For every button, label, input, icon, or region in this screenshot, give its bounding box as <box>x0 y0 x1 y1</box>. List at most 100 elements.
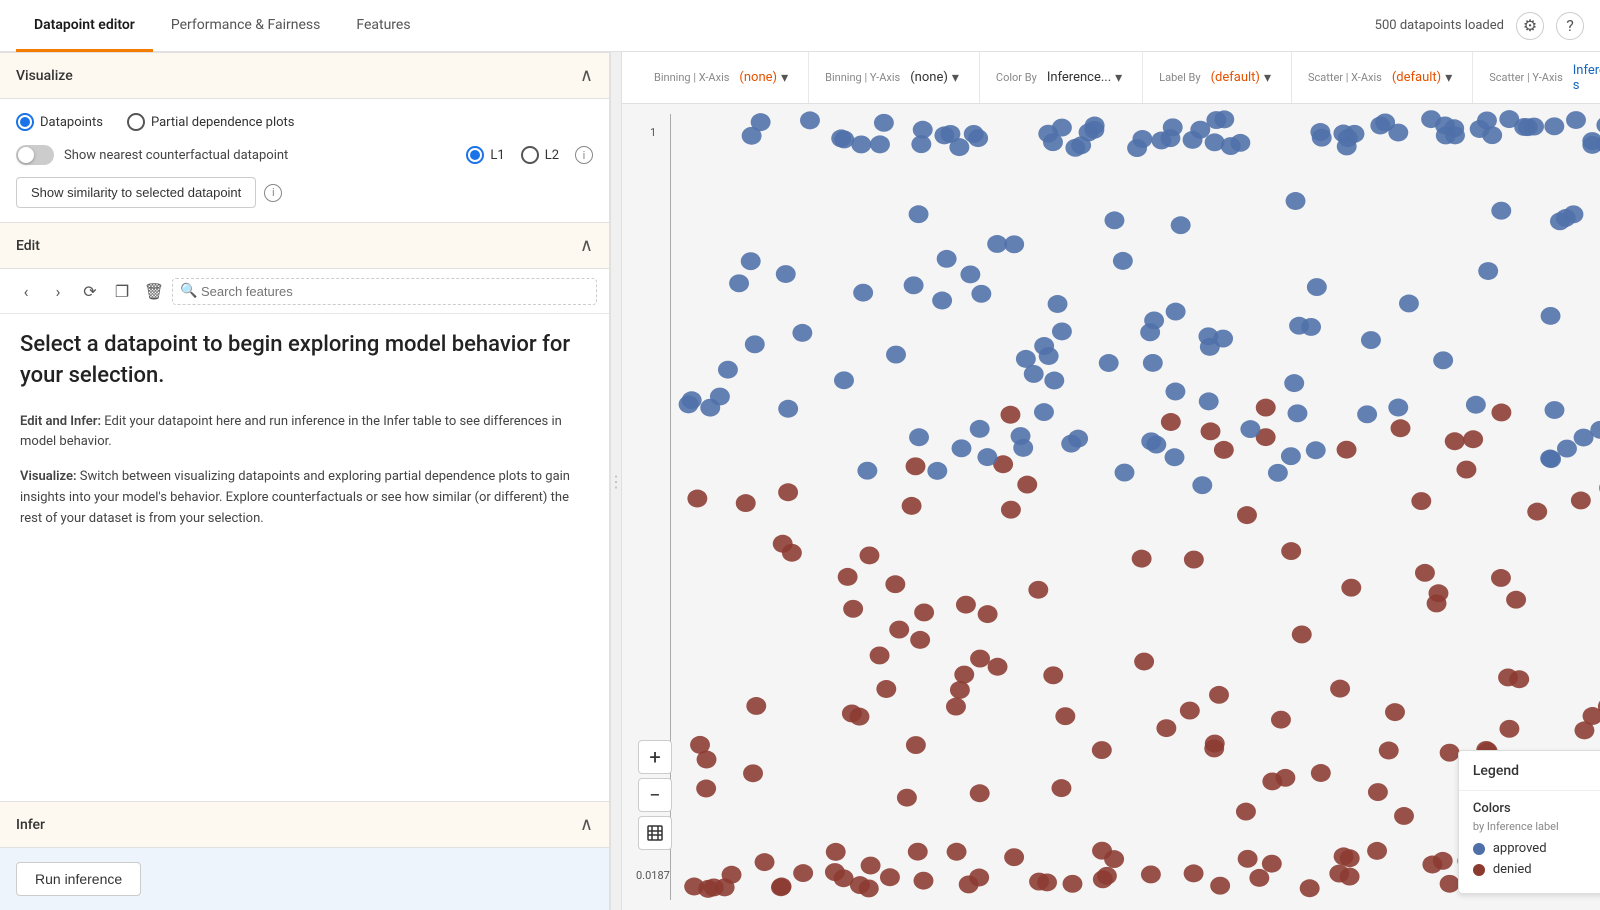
infer-chevron[interactable]: ∧ <box>580 814 593 835</box>
settings-icon[interactable]: ⚙ <box>1516 12 1544 40</box>
scatter-xaxis-arrow: ▾ <box>1445 70 1452 86</box>
legend-title: Legend <box>1473 763 1519 779</box>
scatter-plot-svg <box>622 104 1600 910</box>
history-icon[interactable]: ⟳ <box>76 277 104 305</box>
radio-l1-circle[interactable] <box>466 146 484 164</box>
visualize-title: Visualize <box>16 68 73 84</box>
binning-yaxis-group: Binning | Y-Axis (none) ▾ <box>809 52 980 103</box>
viz-toolbar: Binning | X-Axis (none) ▾ Binning | Y-Ax… <box>622 52 1600 104</box>
radio-l1[interactable]: L1 <box>466 146 504 164</box>
binning-yaxis-select[interactable]: (none) ▾ <box>906 68 963 88</box>
zoom-fit-button[interactable] <box>638 816 672 850</box>
scatter-xaxis-label: Scatter | X-Axis <box>1308 71 1382 84</box>
scatter-yaxis-select[interactable]: Inference s ▾ <box>1569 61 1600 95</box>
radio-l2-circle[interactable] <box>521 146 539 164</box>
undo-back-icon[interactable]: ‹ <box>12 277 40 305</box>
copy-icon[interactable]: ❐ <box>108 277 136 305</box>
binning-xaxis-select[interactable]: (none) ▾ <box>735 68 792 88</box>
edit-header: Edit ∧ <box>0 223 609 269</box>
l1-l2-info-icon[interactable]: i <box>575 146 593 164</box>
edit-section: Edit ∧ ‹ › ⟳ ❐ 🗑 🔍 Select a datapoint to… <box>0 222 609 560</box>
scatter-xaxis-value: (default) <box>1392 70 1441 85</box>
visualize-chevron[interactable]: ∧ <box>580 65 593 86</box>
binning-yaxis-arrow: ▾ <box>952 70 959 86</box>
legend-label-denied: denied <box>1493 862 1532 877</box>
edit-title: Edit <box>16 238 40 254</box>
edit-infer-text: Edit your datapoint here and run inferen… <box>20 414 562 450</box>
similarity-info-icon[interactable]: i <box>264 184 282 202</box>
label-by-arrow: ▾ <box>1264 70 1271 86</box>
edit-chevron[interactable]: ∧ <box>580 235 593 256</box>
edit-toolbar: ‹ › ⟳ ❐ 🗑 🔍 <box>0 269 609 314</box>
label-by-label: Label By <box>1159 71 1200 84</box>
label-by-select[interactable]: (default) ▾ <box>1207 68 1275 88</box>
radio-datapoints-circle[interactable] <box>16 113 34 131</box>
undo-forward-icon[interactable]: › <box>44 277 72 305</box>
zoom-in-button[interactable]: + <box>638 740 672 774</box>
help-icon[interactable]: ? <box>1556 12 1584 40</box>
scatter-yaxis-label: Scatter | Y-Axis <box>1489 71 1563 84</box>
legend-header: Legend ∧ <box>1459 751 1600 791</box>
radio-pdp[interactable]: Partial dependence plots <box>127 113 295 131</box>
infer-content: Run inference <box>0 848 609 910</box>
color-by-value: Inference... <box>1047 70 1111 85</box>
radio-l2[interactable]: L2 <box>521 146 559 164</box>
radio-pdp-circle[interactable] <box>127 113 145 131</box>
visualize-header: Visualize ∧ <box>0 53 609 99</box>
binning-xaxis-arrow: ▾ <box>781 70 788 86</box>
run-inference-button[interactable]: Run inference <box>16 862 141 896</box>
search-icon: 🔍 <box>180 283 197 299</box>
visualize-bold: Visualize: <box>20 469 77 484</box>
binning-xaxis-label: Binning | X-Axis <box>654 71 729 84</box>
tab-performance-fairness[interactable]: Performance & Fairness <box>153 1 339 52</box>
counterfactual-row: Show nearest counterfactual datapoint L1… <box>16 145 593 165</box>
legend-body: Colors by Inference label approved denie… <box>1459 791 1600 893</box>
zoom-controls: + − <box>638 740 672 850</box>
legend-colors-subtitle: by Inference label <box>1473 820 1600 833</box>
radio-datapoints[interactable]: Datapoints <box>16 113 103 131</box>
legend-dot-denied <box>1473 864 1485 876</box>
search-features-input[interactable] <box>172 278 597 305</box>
toggle-knob <box>18 147 34 163</box>
search-features-wrap: 🔍 <box>172 278 597 305</box>
edit-infer-bold: Edit and Infer: <box>20 414 101 429</box>
scatter-yaxis-group: Scatter | Y-Axis Inference s ▾ <box>1473 52 1600 103</box>
delete-icon[interactable]: 🗑 <box>140 277 168 305</box>
visualize-content: Datapoints Partial dependence plots Show… <box>0 99 609 222</box>
binning-yaxis-value: (none) <box>910 70 948 85</box>
binning-xaxis-group: Binning | X-Axis (none) ▾ <box>638 52 809 103</box>
select-prompt-heading: Select a datapoint to begin exploring mo… <box>20 330 589 392</box>
legend-dot-approved <box>1473 843 1485 855</box>
binning-xaxis-value: (none) <box>739 70 777 85</box>
tab-features[interactable]: Features <box>338 1 428 52</box>
left-panel: Visualize ∧ Datapoints Partial dependenc… <box>0 52 610 910</box>
color-by-label: Color By <box>996 71 1037 84</box>
color-by-select[interactable]: Inference... ▾ <box>1043 68 1126 88</box>
infer-title: Infer <box>16 817 45 833</box>
radio-pdp-label: Partial dependence plots <box>151 115 295 130</box>
l2-label: L2 <box>545 148 559 163</box>
zoom-out-button[interactable]: − <box>638 778 672 812</box>
datapoints-loaded-label: 500 datapoints loaded <box>1375 18 1504 33</box>
visualize-section: Visualize ∧ Datapoints Partial dependenc… <box>0 52 609 222</box>
scatter-area: 1 0.0187 + − <box>622 104 1600 910</box>
counterfactual-toggle[interactable] <box>16 145 54 165</box>
similarity-button[interactable]: Show similarity to selected datapoint <box>16 177 256 208</box>
legend-item-approved: approved <box>1473 841 1600 856</box>
nav-right: 500 datapoints loaded ⚙ ? <box>1375 12 1584 40</box>
visualize-text: Switch between visualizing datapoints an… <box>20 469 570 526</box>
main-layout: Visualize ∧ Datapoints Partial dependenc… <box>0 52 1600 910</box>
edit-infer-help: Edit and Infer: Edit your datapoint here… <box>20 412 589 454</box>
color-by-arrow: ▾ <box>1115 70 1122 86</box>
infer-section: Infer ∧ Run inference <box>0 801 609 910</box>
legend-colors-title: Colors <box>1473 801 1600 816</box>
scatter-xaxis-select[interactable]: (default) ▾ <box>1388 68 1456 88</box>
l1-l2-group: L1 L2 i <box>466 146 593 164</box>
l1-label: L1 <box>490 148 504 163</box>
panel-divider[interactable]: ⋮ <box>610 52 622 910</box>
scatter-yaxis-value: Inference s <box>1573 63 1600 93</box>
top-nav: Datapoint editor Performance & Fairness … <box>0 0 1600 52</box>
right-panel: Binning | X-Axis (none) ▾ Binning | Y-Ax… <box>622 52 1600 910</box>
tab-datapoint-editor[interactable]: Datapoint editor <box>16 1 153 52</box>
legend-panel: Legend ∧ Colors by Inference label appro… <box>1458 750 1600 894</box>
